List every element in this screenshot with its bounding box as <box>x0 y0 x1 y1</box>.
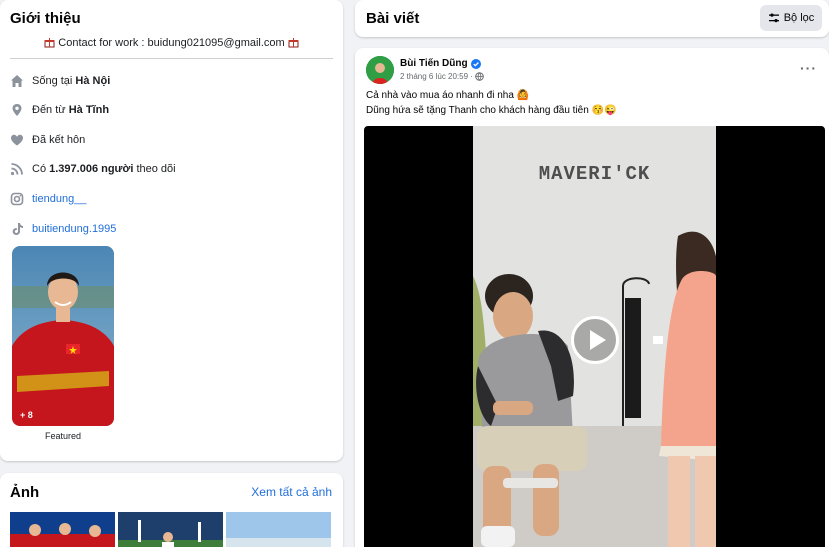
gift-icon <box>44 38 55 48</box>
lives-in-place[interactable]: Hà Nội <box>75 75 110 87</box>
posts-header: Bài viết Bộ lọc <box>355 0 829 37</box>
contact-line: Contact for work : buidung021095@gmail.c… <box>0 37 343 49</box>
post-caption-line-1: Cả nhà vào mua áo nhanh đi nha 🙆 <box>366 90 530 101</box>
author-avatar[interactable] <box>366 56 394 84</box>
play-icon <box>590 330 606 350</box>
filter-label: Bộ lọc <box>783 12 815 24</box>
author-name[interactable]: Bùi Tiến Dũng <box>400 58 468 69</box>
post-timestamp: 2 tháng 6 lúc 20:59 · <box>400 72 484 81</box>
featured-label: Featured <box>44 431 82 441</box>
globe-icon <box>475 72 484 81</box>
more-options-button[interactable]: ··· <box>800 60 817 76</box>
verified-badge-icon <box>470 58 481 69</box>
lives-in-row: Sống tại Hà Nội <box>10 72 110 90</box>
video-brand-text: MAVERI'CK <box>538 163 651 185</box>
divider <box>10 58 333 59</box>
relationship-text: Đã kết hôn <box>32 134 86 146</box>
heart-icon <box>10 133 24 147</box>
rss-icon <box>10 162 24 176</box>
lives-in-prefix: Sống tại <box>32 75 76 87</box>
intro-card: Giới thiệu Contact for work : buidung021… <box>0 0 343 461</box>
photo-thumbnail[interactable] <box>226 512 331 547</box>
photos-title: Ảnh <box>10 484 40 501</box>
play-button[interactable] <box>571 316 619 364</box>
see-all-photos-link[interactable]: Xem tất cả ảnh <box>251 485 332 499</box>
intro-title: Giới thiệu <box>10 10 81 27</box>
from-place[interactable]: Hà Tĩnh <box>69 104 109 116</box>
followers-count[interactable]: 1.397.006 người <box>49 163 133 175</box>
from-prefix: Đến từ <box>32 104 69 116</box>
contact-text: Contact for work : buidung021095@gmail.c… <box>58 37 285 49</box>
featured-story[interactable]: + 8 <box>12 246 114 426</box>
post-card: Bùi Tiến Dũng 2 tháng 6 lúc 20:59 · ··· … <box>355 48 829 547</box>
tiktok-link[interactable]: buitiendung.1995 <box>32 223 116 235</box>
followers-suffix: theo dõi <box>133 163 176 175</box>
relationship-row: Đã kết hôn <box>10 131 85 149</box>
followers-row: Có 1.397.006 người theo dõi <box>10 160 176 178</box>
post-author: Bùi Tiến Dũng <box>400 58 481 69</box>
followers-prefix: Có <box>32 163 50 175</box>
instagram-icon <box>10 192 24 206</box>
tiktok-icon <box>10 222 24 236</box>
photo-thumbnail[interactable] <box>118 512 223 547</box>
post-caption-line-2: Dũng hứa sẽ tặng Thanh cho khách hàng đầ… <box>366 105 617 116</box>
photos-card: Ảnh Xem tất cả ảnh <box>0 473 343 547</box>
instagram-row: tiendung__ <box>10 190 86 208</box>
gift-icon <box>288 38 299 48</box>
filter-icon <box>768 13 779 23</box>
post-time-text[interactable]: 2 tháng 6 lúc 20:59 · <box>400 72 473 81</box>
post-video[interactable]: MAVERI'CK <box>364 126 825 547</box>
featured-photo <box>12 246 114 426</box>
tiktok-row: buitiendung.1995 <box>10 220 116 238</box>
instagram-link[interactable]: tiendung__ <box>32 193 86 205</box>
posts-title: Bài viết <box>366 10 420 27</box>
home-icon <box>10 74 24 88</box>
from-row: Đến từ Hà Tĩnh <box>10 101 109 119</box>
featured-count: + 8 <box>20 410 33 420</box>
photo-thumbnail[interactable] <box>10 512 115 547</box>
filter-button[interactable]: Bộ lọc <box>760 5 822 31</box>
location-pin-icon <box>10 103 24 117</box>
video-frame: MAVERI'CK <box>473 126 716 547</box>
